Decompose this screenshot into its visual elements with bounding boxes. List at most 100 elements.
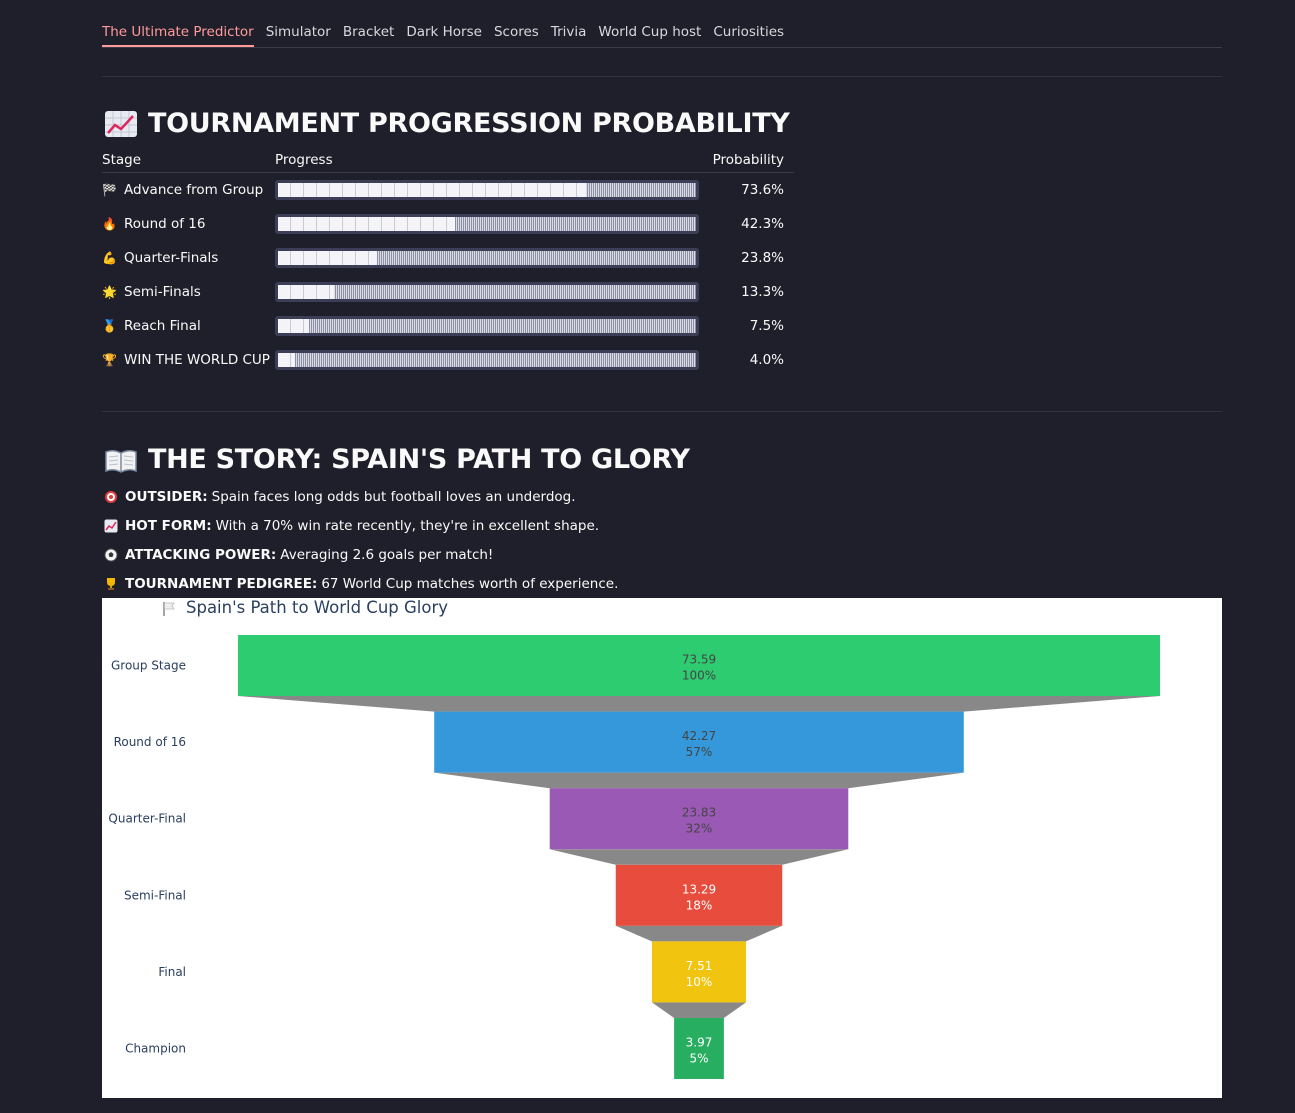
- funnel-value-label: 73.59: [682, 653, 716, 667]
- funnel-category-label: Group Stage: [111, 659, 186, 673]
- white-flag-icon: [162, 601, 176, 616]
- story-item-text: 67 World Cup matches worth of experience…: [321, 576, 619, 592]
- progress-bar: [275, 180, 699, 200]
- progression-row: 🌟 Semi-Finals 13.3%: [102, 275, 794, 309]
- stage-label: Semi-Finals: [124, 284, 201, 300]
- probability-value: 42.3%: [741, 216, 784, 232]
- progress-fill: [278, 285, 334, 299]
- probability-value: 73.6%: [741, 182, 784, 198]
- chart-title: Spain's Path to World Cup Glory: [162, 598, 448, 617]
- funnel-category-label: Round of 16: [114, 735, 186, 749]
- story-title: THE STORY: SPAIN'S PATH TO GLORY: [148, 444, 690, 475]
- tab-ultimate-predictor[interactable]: The Ultimate Predictor: [102, 22, 254, 47]
- tab-bar: The Ultimate Predictor Simulator Bracket…: [102, 22, 1222, 48]
- funnel-connector: [651, 1002, 747, 1018]
- probability-value: 4.0%: [749, 352, 784, 368]
- progression-title: TOURNAMENT PROGRESSION PROBABILITY: [148, 108, 790, 139]
- story-item-text: Averaging 2.6 goals per match!: [280, 547, 494, 563]
- funnel-value-label: 23.83: [682, 806, 716, 820]
- tab-dark-horse[interactable]: Dark Horse: [406, 22, 482, 47]
- story-item: ATTACKING POWER: Averaging 2.6 goals per…: [104, 547, 493, 563]
- progression-row: 🏆 WIN THE WORLD CUP 4.0%: [102, 343, 794, 377]
- funnel-connector: [615, 925, 783, 942]
- story-heading: THE STORY: SPAIN'S PATH TO GLORY: [104, 444, 690, 475]
- progression-row: 💪 Quarter-Finals 23.8%: [102, 241, 794, 275]
- funnel-connector: [434, 772, 964, 789]
- tab-trivia[interactable]: Trivia: [551, 22, 587, 47]
- funnel-category-label: Quarter-Final: [108, 812, 186, 826]
- trophy-icon: [104, 577, 118, 591]
- funnel-chart: Spain's Path to World Cup Glory 73.59 100…: [102, 598, 1222, 1098]
- tab-scores[interactable]: Scores: [494, 22, 539, 47]
- chart-title-text: Spain's Path to World Cup Glory: [186, 598, 449, 617]
- funnel-connector: [238, 696, 1160, 712]
- funnel-percent-label: 57%: [686, 745, 713, 759]
- probability-value: 13.3%: [741, 284, 784, 300]
- progress-bar: [275, 350, 699, 370]
- story-item: HOT FORM: With a 70% win rate recently, …: [104, 518, 599, 534]
- stage-label: Quarter-Finals: [124, 250, 219, 266]
- progression-heading: TOURNAMENT PROGRESSION PROBABILITY: [104, 108, 790, 139]
- open-book-icon: [104, 445, 138, 475]
- stage-label: Reach Final: [124, 318, 201, 334]
- funnel-value-label: 7.51: [686, 959, 713, 973]
- story-item-label: ATTACKING POWER:: [125, 547, 277, 563]
- medal-icon: 🥇: [102, 319, 117, 333]
- funnel-plot: 73.59 100% Group Stage 42.27 57% Round of 16 2…: [108, 635, 1160, 1079]
- tab-bracket[interactable]: Bracket: [343, 22, 394, 47]
- progression-row: 🥇 Reach Final 7.5%: [102, 309, 794, 343]
- tab-world-cup-host[interactable]: World Cup host: [598, 22, 701, 47]
- glowing-star-icon: 🌟: [102, 285, 117, 299]
- progress-bar: [275, 316, 699, 336]
- story-item-label: TOURNAMENT PEDIGREE:: [125, 576, 318, 592]
- tab-curiosities[interactable]: Curiosities: [713, 22, 784, 47]
- column-header-progress: Progress: [275, 148, 703, 173]
- progress-fill: [278, 217, 455, 231]
- story-item: OUTSIDER: Spain faces long odds but foot…: [104, 489, 576, 505]
- funnel-percent-label: 18%: [686, 898, 713, 912]
- stage-label: WIN THE WORLD CUP: [124, 352, 270, 368]
- column-header-probability: Probability: [703, 148, 794, 173]
- probability-value: 23.8%: [741, 250, 784, 266]
- funnel-category-label: Semi-Final: [124, 888, 186, 902]
- trophy-icon: 🏆: [102, 353, 117, 367]
- progress-bar: [275, 214, 699, 234]
- progress-fill: [278, 353, 295, 367]
- funnel-percent-label: 10%: [686, 975, 713, 989]
- story-item-label: OUTSIDER:: [125, 489, 208, 505]
- progress-bar: [275, 248, 699, 268]
- funnel-percent-label: 100%: [682, 669, 716, 683]
- progression-row: 🔥 Round of 16 42.3%: [102, 207, 794, 241]
- funnel-percent-label: 32%: [686, 822, 713, 836]
- chart-increasing-icon: [104, 519, 118, 533]
- target-icon: [104, 490, 118, 504]
- progress-fill: [278, 183, 586, 197]
- funnel-connector: [549, 849, 849, 865]
- stage-label: Round of 16: [124, 216, 206, 232]
- progress-fill: [278, 251, 378, 265]
- funnel-value-label: 3.97: [686, 1036, 713, 1050]
- progression-table: Stage Progress Probability 🏁 Advance from…: [102, 148, 794, 377]
- funnel-category-label: Champion: [125, 1042, 186, 1056]
- progress-bar: [275, 282, 699, 302]
- flexed-biceps-icon: 💪: [102, 251, 117, 265]
- funnel-value-label: 42.27: [682, 729, 716, 743]
- fire-icon: 🔥: [102, 217, 117, 231]
- checkered-flag-icon: 🏁: [102, 183, 117, 197]
- stage-label: Advance from Group: [124, 182, 264, 198]
- probability-value: 7.5%: [749, 318, 784, 334]
- soccer-ball-icon: [104, 548, 118, 562]
- tab-simulator[interactable]: Simulator: [266, 22, 331, 47]
- divider: [102, 411, 1222, 412]
- story-item-text: Spain faces long odds but football loves…: [211, 489, 576, 505]
- column-header-stage: Stage: [102, 148, 275, 173]
- funnel-percent-label: 5%: [689, 1052, 708, 1066]
- story-item-text: With a 70% win rate recently, they're in…: [215, 518, 600, 534]
- funnel-category-label: Final: [158, 965, 186, 979]
- story-item: TOURNAMENT PEDIGREE: 67 World Cup matche…: [104, 576, 618, 592]
- divider: [102, 76, 1222, 77]
- progression-row: 🏁 Advance from Group 73.6%: [102, 173, 794, 208]
- funnel-value-label: 13.29: [682, 882, 716, 896]
- chart-increasing-icon: [104, 109, 138, 139]
- progress-fill: [278, 319, 310, 333]
